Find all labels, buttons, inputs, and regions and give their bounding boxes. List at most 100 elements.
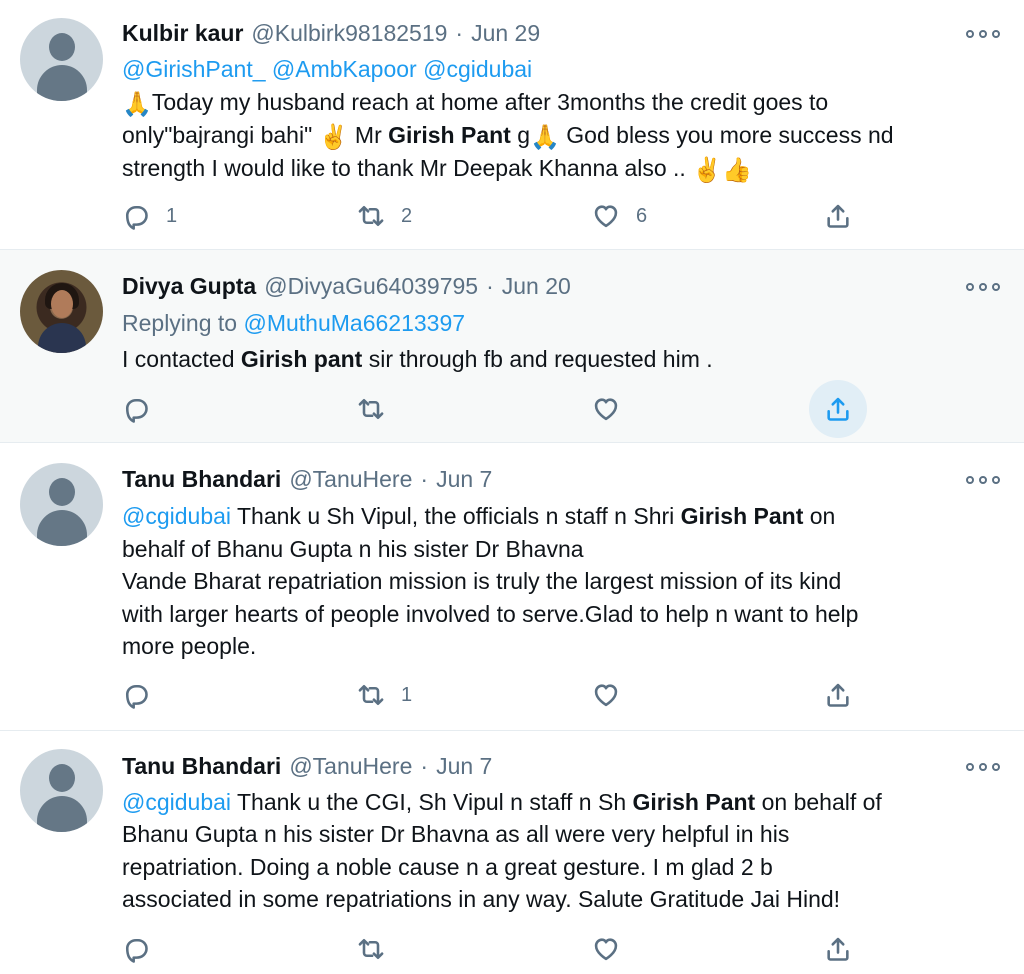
separator-dot: ·: [420, 752, 429, 779]
retweet-icon: [357, 681, 385, 709]
more-icon[interactable]: [966, 757, 1000, 777]
mention-link[interactable]: @MuthuMa66213397: [243, 310, 465, 336]
tweet-text: on behalf of: [755, 789, 882, 815]
reply-icon: [122, 681, 150, 709]
tweet-date[interactable]: Jun 20: [502, 273, 571, 300]
share-icon: [824, 935, 852, 963]
tweet[interactable]: Tanu Bhandari @TanuHere · Jun 7 @cgiduba…: [0, 731, 1024, 974]
share-icon: [824, 395, 852, 423]
mention-link[interactable]: @cgidubai: [122, 789, 231, 815]
thumbs-up-emoji: 👍: [722, 157, 752, 184]
user-handle[interactable]: @Kulbirk98182519: [251, 20, 447, 47]
like-icon: [592, 935, 620, 963]
tweet[interactable]: Divya Gupta @DivyaGu64039795 · Jun 20 Re…: [0, 250, 1024, 443]
avatar[interactable]: [20, 463, 103, 546]
reply-button[interactable]: [122, 675, 150, 715]
reply-button[interactable]: [122, 389, 150, 429]
retweet-button[interactable]: [357, 389, 385, 429]
reply-button[interactable]: [122, 929, 150, 969]
retweet-icon: [357, 202, 385, 230]
share-button[interactable]: [824, 675, 852, 715]
tweet-text-line: only"bajrangi bahi" ✌️ Mr Girish Pant g🙏…: [122, 119, 894, 152]
user-handle[interactable]: @TanuHere: [289, 753, 412, 780]
folded-hands-emoji: 🙏: [122, 91, 152, 118]
folded-hands-emoji: 🙏: [530, 124, 560, 151]
tweet-header: Kulbir kaur @Kulbirk98182519 · Jun 29: [122, 18, 540, 48]
retweet-icon: [357, 935, 385, 963]
retweet-button[interactable]: [357, 929, 385, 969]
replying-to: Replying to @MuthuMa66213397: [122, 307, 465, 340]
like-button[interactable]: 6: [592, 196, 647, 236]
more-icon[interactable]: [966, 277, 1000, 297]
default-avatar-head: [49, 33, 75, 61]
default-avatar-body: [37, 510, 87, 546]
like-icon: [592, 202, 620, 230]
separator-dot: ·: [455, 19, 464, 46]
mention-link[interactable]: @cgidubai: [122, 503, 231, 529]
default-avatar-head: [49, 764, 75, 792]
tweet-text-line: @GirishPant_ @AmbKapoor @cgidubai: [122, 53, 532, 86]
tweet-text-line: Vande Bharat repatriation mission is tru…: [122, 568, 842, 594]
separator-dot: ·: [486, 272, 494, 299]
user-handle[interactable]: @TanuHere: [289, 466, 412, 493]
avatar[interactable]: [20, 18, 103, 101]
mention-link[interactable]: @cgidubai: [423, 56, 532, 82]
tweet-header: Tanu Bhandari @TanuHere · Jun 7: [122, 464, 492, 494]
victory-hand-emoji: ✌️: [692, 157, 723, 184]
reply-button[interactable]: 1: [122, 196, 177, 236]
like-icon: [592, 681, 620, 709]
tweet-date[interactable]: Jun 29: [471, 20, 540, 47]
highlighted-term: Girish Pant: [388, 122, 511, 148]
reply-icon: [122, 395, 150, 423]
tweet-text-line: 🙏Today my husband reach at home after 3m…: [122, 86, 828, 119]
replying-to-label: Replying to: [122, 310, 244, 336]
like-button[interactable]: [592, 929, 620, 969]
tweet[interactable]: Kulbir kaur @Kulbirk98182519 · Jun 29 @G…: [0, 0, 1024, 250]
share-button[interactable]: [824, 196, 852, 236]
like-button[interactable]: [592, 389, 620, 429]
more-icon[interactable]: [966, 470, 1000, 490]
reply-count: 1: [166, 204, 178, 227]
display-name[interactable]: Tanu Bhandari: [122, 466, 281, 493]
like-button[interactable]: [592, 675, 620, 715]
tweet-header: Tanu Bhandari @TanuHere · Jun 7: [122, 751, 492, 781]
avatar-photo-shirt: [38, 323, 86, 353]
avatar[interactable]: [20, 270, 103, 353]
reply-icon: [122, 202, 150, 230]
tweet-text-line: repatriation. Doing a noble cause n a gr…: [122, 854, 773, 880]
more-icon[interactable]: [966, 24, 1000, 44]
retweet-count: 2: [401, 204, 413, 227]
display-name[interactable]: Divya Gupta: [122, 273, 256, 300]
tweet-text: Today my husband reach at home after 3mo…: [151, 89, 829, 115]
tweet-text-line: behalf of Bhanu Gupta n his sister Dr Bh…: [122, 536, 584, 562]
mention-link[interactable]: @AmbKapoor: [272, 56, 417, 82]
display-name[interactable]: Kulbir kaur: [122, 20, 243, 47]
avatar[interactable]: [20, 749, 103, 832]
tweet[interactable]: Tanu Bhandari @TanuHere · Jun 7 @cgiduba…: [0, 443, 1024, 731]
tweet-header: Divya Gupta @DivyaGu64039795 · Jun 20: [122, 271, 571, 301]
highlighted-term: Girish Pant: [632, 789, 756, 815]
tweet-date[interactable]: Jun 7: [436, 466, 492, 493]
retweet-button[interactable]: 2: [357, 196, 412, 236]
highlighted-term: Girish pant: [240, 346, 363, 372]
display-name[interactable]: Tanu Bhandari: [122, 753, 281, 780]
tweet-text-line: I contacted Girish pant sir through fb a…: [122, 343, 713, 376]
retweet-button[interactable]: 1: [357, 675, 412, 715]
tweet-text: sir through fb and requested him .: [362, 346, 713, 372]
tweet-text-line: @cgidubai Thank u the CGI, Sh Vipul n st…: [122, 786, 882, 819]
user-handle[interactable]: @DivyaGu64039795: [264, 273, 478, 300]
tweet-text-line: more people.: [122, 633, 257, 659]
share-button[interactable]: [824, 389, 852, 429]
tweet-text-line: strength I would like to thank Mr Deepak…: [122, 152, 752, 185]
mention-link[interactable]: @GirishPant_: [122, 56, 266, 82]
share-icon: [824, 681, 852, 709]
share-button[interactable]: [824, 929, 852, 969]
victory-hand-emoji: ✌️: [318, 124, 349, 151]
tweet-actions: [0, 389, 1024, 429]
share-icon: [824, 202, 852, 230]
like-icon: [592, 395, 620, 423]
tweet-date[interactable]: Jun 7: [436, 753, 492, 780]
tweet-text-line: associated in some repatriations in any …: [122, 886, 841, 912]
like-count: 6: [636, 204, 648, 227]
tweet-text: Thank u Sh Vipul, the officials n staff …: [231, 503, 681, 529]
